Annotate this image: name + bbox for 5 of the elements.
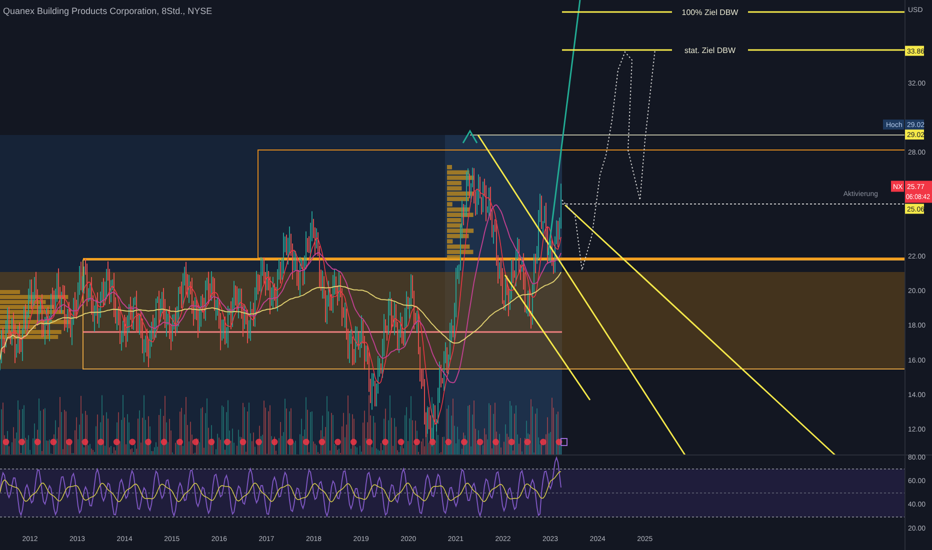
- chart-title: Quanex Building Products Corporation, 8Std., NYSE: [3, 6, 212, 16]
- volume-profile-bars: [0, 290, 70, 339]
- target-line-label: stat. Ziel DBW: [684, 46, 736, 55]
- peak-marker-icon: [462, 130, 478, 144]
- target-line-label: 100% Ziel DBW: [682, 8, 738, 17]
